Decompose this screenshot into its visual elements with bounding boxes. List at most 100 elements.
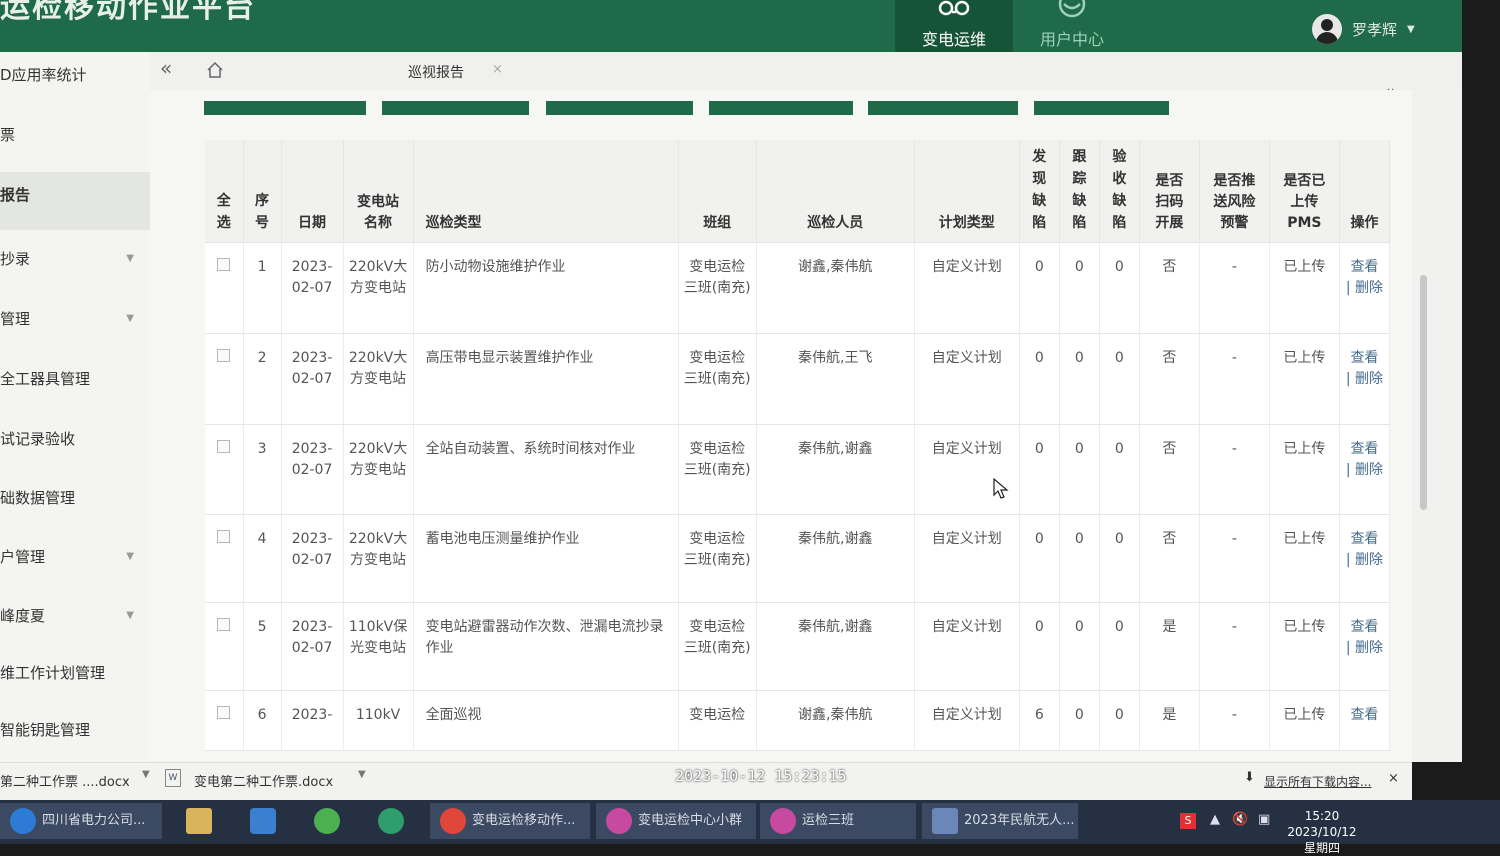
delete-link[interactable]: 删除: [1355, 371, 1383, 387]
show-all-downloads-link[interactable]: 显示所有下载内容...: [1264, 773, 1371, 790]
row-team: 变电运检三班(南充): [678, 333, 757, 425]
app-title: 运检移动作业平台: [0, 0, 256, 25]
sidebar-item-summer-peak[interactable]: 峰度夏 ▼: [0, 593, 150, 651]
sidebar-item-work-plan[interactable]: 维工作计划管理: [0, 650, 150, 708]
chevron-down-icon[interactable]: ▼: [358, 769, 366, 780]
taskbar-item-chat2[interactable]: 运检三班: [760, 803, 916, 839]
tab-patrol-report[interactable]: 巡视报告: [408, 62, 464, 82]
row-patrol-type: 高压带电显示装置维护作业: [413, 333, 679, 425]
sidebar-item-label: 试记录验收: [0, 430, 76, 448]
filter-tab[interactable]: [709, 101, 853, 115]
sidebar-item-label: 票: [0, 126, 16, 144]
row-checkbox[interactable]: [205, 602, 244, 691]
filter-tab[interactable]: [204, 101, 366, 115]
row-checkbox[interactable]: [205, 333, 244, 425]
row-checkbox[interactable]: [205, 242, 244, 334]
row-pms: 已上传: [1269, 690, 1340, 751]
tab-bar: « 巡视报告 ×: [150, 52, 1462, 90]
sidebar-item-usage-stats[interactable]: D应用率统计: [0, 52, 150, 110]
view-link[interactable]: 查看: [1350, 531, 1378, 547]
sidebar-item-label: 报告: [0, 186, 31, 204]
view-link[interactable]: 查看: [1350, 619, 1378, 635]
filter-tab[interactable]: [868, 101, 1018, 115]
browser-icon: [10, 807, 36, 834]
avatar: [1312, 14, 1342, 44]
delete-link[interactable]: 删除: [1355, 640, 1383, 656]
sidebar-item-test-acceptance[interactable]: 试记录验收: [0, 416, 150, 474]
filter-tab[interactable]: [546, 101, 693, 115]
close-icon[interactable]: ×: [492, 62, 503, 77]
sidebar-item-report[interactable]: 报告: [0, 172, 150, 230]
row-index: 5: [243, 602, 282, 691]
row-ops: 查看 | 删除: [1339, 333, 1391, 425]
row-accepted: 0: [1099, 690, 1140, 751]
sidebar-item-management[interactable]: 管理 ▼: [0, 296, 150, 354]
sidebar-item-base-data[interactable]: 础数据管理: [0, 475, 150, 533]
tray-expand-icon[interactable]: ▲: [1210, 812, 1220, 827]
row-plan-type: 自定义计划: [914, 242, 1020, 334]
row-checkbox[interactable]: [205, 424, 244, 515]
system-clock[interactable]: 15:20 2023/10/12 星期四: [1282, 808, 1362, 856]
view-link[interactable]: 查看: [1350, 441, 1378, 457]
row-plan-type: 自定义计划: [914, 602, 1020, 691]
row-pms: 已上传: [1269, 424, 1340, 515]
row-risk: -: [1199, 242, 1270, 334]
delete-link[interactable]: 删除: [1355, 462, 1383, 478]
taskbar-item-doc[interactable]: 2023年民航无人...: [922, 803, 1078, 839]
sidebar-item-users[interactable]: 户管理 ▼: [0, 534, 150, 592]
chat-icon: [770, 807, 796, 834]
taskbar-item-chrome[interactable]: 变电运检移动作...: [430, 803, 590, 839]
row-checkbox[interactable]: [205, 690, 244, 751]
green-app-icon: [314, 807, 340, 834]
sidebar-item-records[interactable]: 抄录 ▼: [0, 236, 150, 294]
chevron-down-icon: ▼: [126, 253, 134, 264]
sidebar-item-tools[interactable]: 全工器具管理: [0, 356, 150, 414]
taskbar-item-app[interactable]: [304, 803, 348, 839]
filter-tab[interactable]: [382, 101, 529, 115]
table-row: 4 2023-02-07 220kV大方变电站 蓄电池电压测量维护作业 变电运检…: [205, 514, 1391, 603]
sidebar-item-label: 峰度夏: [0, 607, 46, 625]
filter-tab[interactable]: [1034, 101, 1169, 115]
chevron-down-icon[interactable]: ▼: [142, 769, 150, 780]
row-patrol-type: 全面巡视: [413, 690, 679, 751]
user-menu[interactable]: 罗孝辉 ▼: [1312, 12, 1415, 46]
sidebar-item-tickets[interactable]: 票: [0, 112, 150, 170]
download-item[interactable]: 变电第二种工作票.docx: [194, 771, 333, 790]
row-patrol-type: 防小动物设施维护作业: [413, 242, 679, 334]
sidebar-item-smart-key[interactable]: 智能钥匙管理: [0, 707, 150, 765]
nav-user-center-label: 用户中心: [1039, 30, 1104, 49]
delete-link[interactable]: 删除: [1355, 552, 1383, 568]
network-icon[interactable]: ▣: [1258, 812, 1270, 827]
taskbar-item-app2[interactable]: [368, 803, 412, 839]
table-header-row: 全选 序号 日期 变电站名称 巡检类型 班组 巡检人员 计划类型 发现缺陷 跟踪…: [205, 140, 1391, 243]
row-date: 2023-: [281, 690, 344, 751]
table-row: 6 2023- 110kV 全面巡视 变电运检 谢鑫,秦伟航 自定义计划 6 0…: [205, 690, 1391, 751]
scrollbar-thumb[interactable]: [1420, 275, 1427, 510]
home-icon[interactable]: [206, 60, 224, 84]
input-method-icon[interactable]: S: [1180, 813, 1196, 829]
col-pms: 是否已上传PMS: [1269, 140, 1340, 243]
view-link[interactable]: 查看: [1350, 707, 1378, 723]
taskbar-item-ie[interactable]: 四川省电力公司...: [0, 803, 162, 839]
user-center-icon: [1013, 0, 1131, 28]
taskbar-item-wps[interactable]: [240, 803, 284, 839]
taskbar-item-explorer[interactable]: [176, 803, 220, 839]
taskbar-item-chat1[interactable]: 变电运检中心小群: [596, 803, 756, 839]
view-link[interactable]: 查看: [1350, 259, 1378, 275]
view-link[interactable]: 查看: [1350, 350, 1378, 366]
collapse-sidebar-icon[interactable]: «: [160, 56, 172, 80]
col-select-all[interactable]: 全选: [205, 140, 244, 243]
row-scan: 否: [1139, 424, 1200, 515]
col-plan-type: 计划类型: [914, 140, 1020, 243]
row-checkbox[interactable]: [205, 514, 244, 603]
row-scan: 否: [1139, 242, 1200, 334]
row-accepted: 0: [1099, 514, 1140, 603]
nav-substation-ops-label: 变电运维: [921, 30, 986, 49]
delete-link[interactable]: 删除: [1355, 280, 1383, 296]
download-item[interactable]: 第二种工作票 ....docx: [0, 771, 130, 790]
row-ops: 查看 | 删除: [1339, 602, 1391, 691]
volume-muted-icon[interactable]: 🔇: [1232, 812, 1248, 827]
row-team: 变电运检三班(南充): [678, 514, 757, 603]
close-icon[interactable]: ×: [1388, 771, 1399, 786]
clock-time: 15:20: [1304, 809, 1340, 823]
